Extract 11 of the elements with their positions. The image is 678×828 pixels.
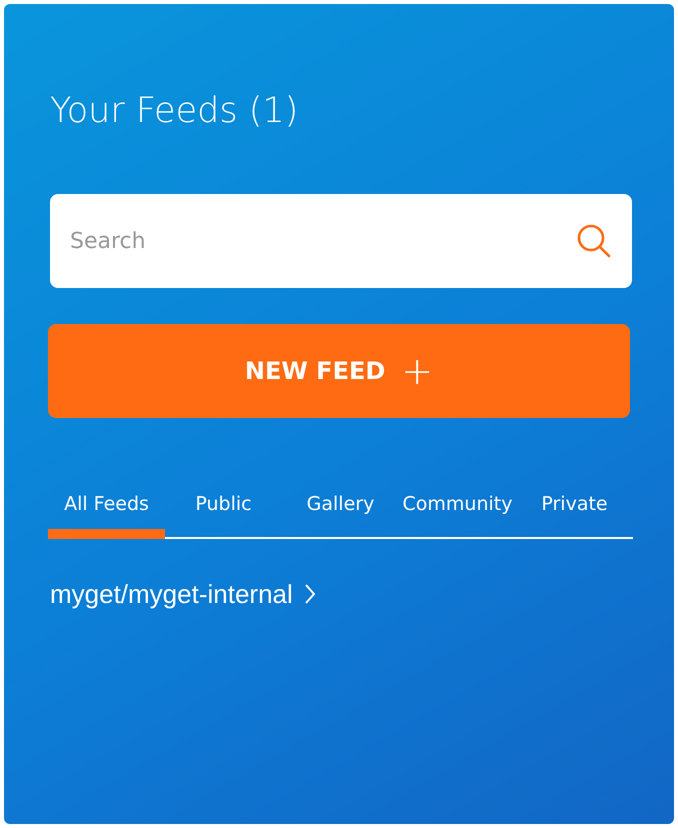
search-icon — [576, 223, 612, 259]
page-title: Your Feeds (1) — [50, 90, 300, 132]
new-feed-button[interactable]: NEW FEED + — [48, 324, 630, 418]
feed-tab[interactable]: All Feeds — [48, 486, 165, 538]
feed-tab[interactable]: Public — [165, 486, 282, 538]
search-field[interactable]: Search — [50, 194, 632, 288]
feed-tab[interactable]: Private — [516, 486, 633, 538]
feed-link[interactable]: myget/myget-internal — [50, 574, 315, 614]
feed-tab[interactable]: Gallery — [282, 486, 399, 538]
chevron-right-icon — [304, 584, 315, 604]
feed-tab[interactable]: Community — [399, 486, 516, 538]
